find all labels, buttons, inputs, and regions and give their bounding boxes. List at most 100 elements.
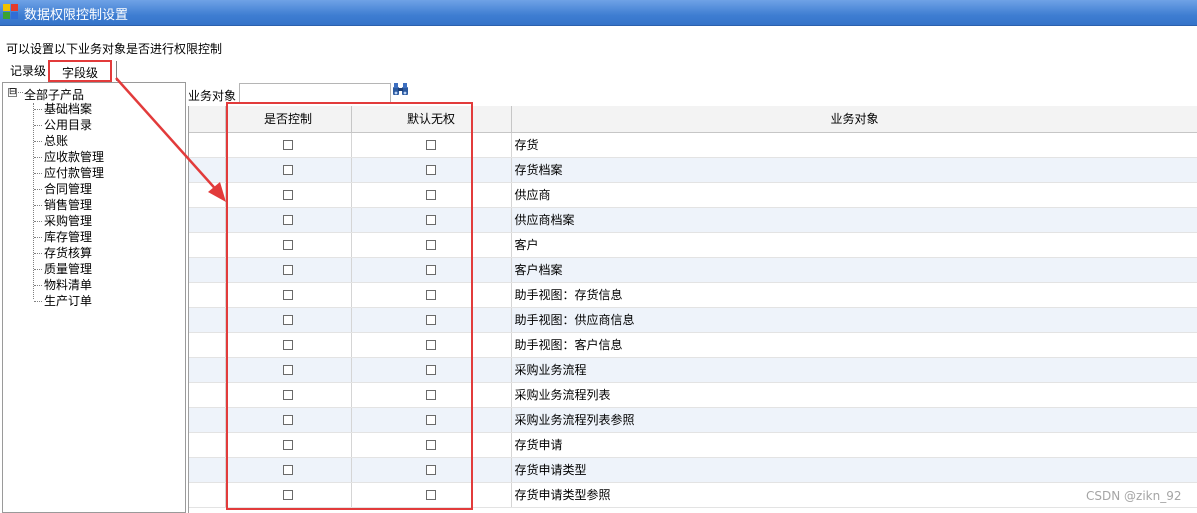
no-permission-checkbox[interactable]: [426, 165, 436, 175]
row-selector-cell[interactable]: [189, 457, 226, 483]
table-row[interactable]: 供应商: [189, 182, 1197, 208]
no-permission-checkbox[interactable]: [426, 365, 436, 375]
no-permission-checkbox[interactable]: [426, 465, 436, 475]
no-permission-cell: [351, 232, 512, 258]
tree-item[interactable]: 生产订单: [34, 293, 92, 309]
table-row[interactable]: 采购业务流程: [189, 357, 1197, 383]
collapse-icon[interactable]: ⊟: [8, 88, 17, 97]
row-selector-cell[interactable]: [189, 132, 226, 158]
column-header-no-permission[interactable]: 默认无权: [351, 106, 512, 133]
title-bar: 数据权限控制设置: [0, 0, 1197, 26]
no-permission-cell: [351, 432, 512, 458]
business-object-input[interactable]: [239, 83, 391, 103]
tree-item[interactable]: 质量管理: [34, 261, 92, 277]
tab-record-level[interactable]: 记录级: [4, 60, 52, 82]
tree-item[interactable]: 总账: [34, 133, 68, 149]
no-permission-checkbox[interactable]: [426, 140, 436, 150]
table-row[interactable]: 采购业务流程列表参照: [189, 407, 1197, 433]
business-object-name: 客户档案: [511, 257, 1197, 283]
tree-item-label: 库存管理: [44, 230, 93, 244]
business-object-name: 存货档案: [511, 157, 1197, 183]
column-header-business-object[interactable]: 业务对象: [511, 106, 1197, 133]
control-checkbox[interactable]: [283, 215, 293, 225]
table-row[interactable]: 助手视图：客户信息: [189, 332, 1197, 358]
no-permission-cell: [351, 157, 512, 183]
control-checkbox[interactable]: [283, 290, 293, 300]
table-row[interactable]: 助手视图：供应商信息: [189, 307, 1197, 333]
control-cell: [225, 282, 352, 308]
no-permission-checkbox[interactable]: [426, 215, 436, 225]
row-selector-cell[interactable]: [189, 207, 226, 233]
binoculars-icon[interactable]: [392, 82, 410, 96]
no-permission-checkbox[interactable]: [426, 240, 436, 250]
row-selector-cell[interactable]: [189, 307, 226, 333]
row-selector-cell[interactable]: [189, 282, 226, 308]
no-permission-checkbox[interactable]: [426, 490, 436, 500]
row-selector-cell[interactable]: [189, 257, 226, 283]
watermark: CSDN @zikn_92: [1086, 489, 1182, 503]
no-permission-cell: [351, 482, 512, 508]
no-permission-checkbox[interactable]: [426, 440, 436, 450]
control-checkbox[interactable]: [283, 240, 293, 250]
tree-item[interactable]: 合同管理: [34, 181, 92, 197]
row-selector-cell[interactable]: [189, 432, 226, 458]
no-permission-cell: [351, 132, 512, 158]
tree-item[interactable]: 存货核算: [34, 245, 92, 261]
control-checkbox[interactable]: [283, 490, 293, 500]
control-checkbox[interactable]: [283, 315, 293, 325]
row-selector-cell[interactable]: [189, 232, 226, 258]
row-selector-cell[interactable]: [189, 332, 226, 358]
row-selector-cell[interactable]: [189, 182, 226, 208]
tree-item-label: 存货核算: [44, 246, 93, 260]
table-row[interactable]: 客户档案: [189, 257, 1197, 283]
control-cell: [225, 257, 352, 283]
table-row[interactable]: 存货档案: [189, 157, 1197, 183]
control-checkbox[interactable]: [283, 190, 293, 200]
control-checkbox[interactable]: [283, 340, 293, 350]
control-checkbox[interactable]: [283, 265, 293, 275]
control-checkbox[interactable]: [283, 440, 293, 450]
control-checkbox[interactable]: [283, 415, 293, 425]
window-title: 数据权限控制设置: [24, 8, 129, 23]
control-checkbox[interactable]: [283, 465, 293, 475]
no-permission-checkbox[interactable]: [426, 315, 436, 325]
no-permission-checkbox[interactable]: [426, 340, 436, 350]
no-permission-cell: [351, 307, 512, 333]
row-selector-cell[interactable]: [189, 407, 226, 433]
table-row[interactable]: 客户: [189, 232, 1197, 258]
no-permission-checkbox[interactable]: [426, 190, 436, 200]
row-selector-cell[interactable]: [189, 157, 226, 183]
notice-text: 可以设置以下业务对象是否进行权限控制: [6, 42, 223, 56]
table-row[interactable]: 供应商档案: [189, 207, 1197, 233]
tree-item[interactable]: 基础档案: [34, 101, 92, 117]
column-header-control[interactable]: 是否控制: [225, 106, 352, 133]
tree-item[interactable]: 采购管理: [34, 213, 92, 229]
table-row[interactable]: 助手视图：存货信息: [189, 282, 1197, 308]
tree-item-label: 生产订单: [44, 294, 93, 308]
tree-item[interactable]: 库存管理: [34, 229, 92, 245]
tab-field-level[interactable]: 字段级: [48, 60, 112, 82]
tree-item[interactable]: 应收款管理: [34, 149, 104, 165]
control-checkbox[interactable]: [283, 140, 293, 150]
tree-item[interactable]: 销售管理: [34, 197, 92, 213]
table-row[interactable]: 存货: [189, 132, 1197, 158]
row-selector-cell[interactable]: [189, 357, 226, 383]
table-row[interactable]: 存货申请类型: [189, 457, 1197, 483]
tree-item[interactable]: 应付款管理: [34, 165, 104, 181]
control-checkbox[interactable]: [283, 365, 293, 375]
row-selector-cell[interactable]: [189, 382, 226, 408]
control-checkbox[interactable]: [283, 390, 293, 400]
no-permission-checkbox[interactable]: [426, 390, 436, 400]
table-row[interactable]: 存货申请类型参照: [189, 482, 1197, 508]
table-row[interactable]: 采购业务流程列表: [189, 382, 1197, 408]
row-selector-cell[interactable]: [189, 482, 226, 508]
tree-item[interactable]: 公用目录: [34, 117, 92, 133]
no-permission-checkbox[interactable]: [426, 265, 436, 275]
no-permission-checkbox[interactable]: [426, 290, 436, 300]
table-row[interactable]: 存货申请: [189, 432, 1197, 458]
business-object-name: 采购业务流程列表参照: [511, 407, 1197, 433]
control-cell: [225, 357, 352, 383]
tree-item[interactable]: 物料清单: [34, 277, 92, 293]
no-permission-checkbox[interactable]: [426, 415, 436, 425]
control-checkbox[interactable]: [283, 165, 293, 175]
